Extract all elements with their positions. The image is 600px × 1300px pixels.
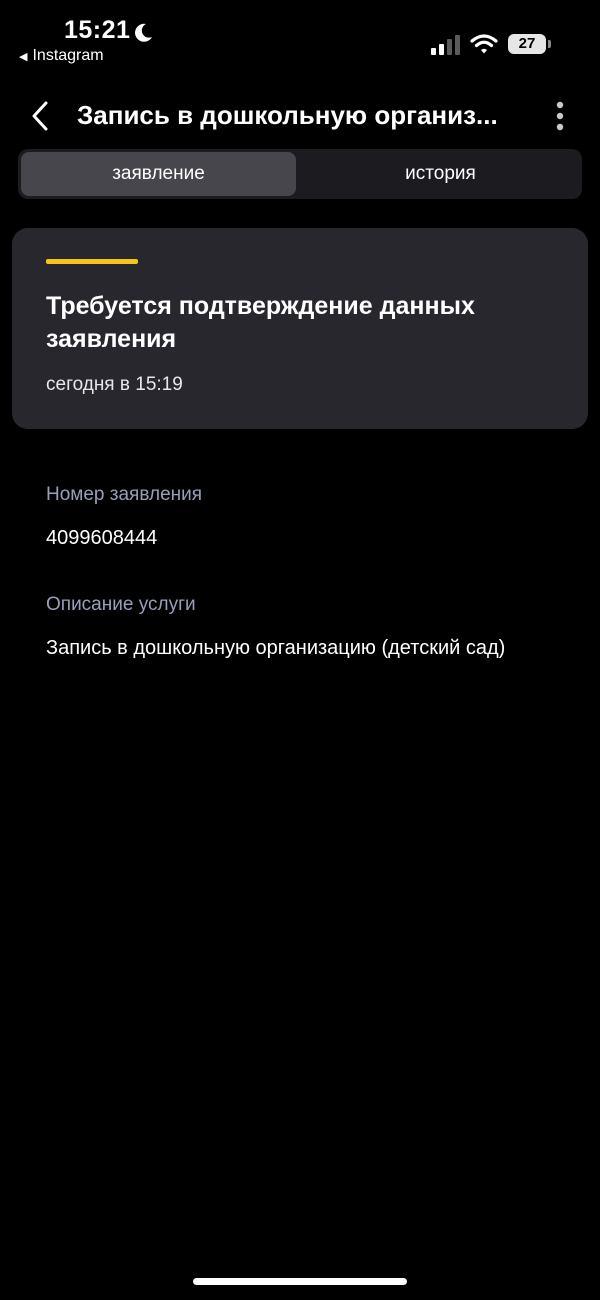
home-indicator[interactable] — [193, 1278, 407, 1285]
battery-tip — [548, 40, 551, 48]
page-title: Запись в дошкольную организ... — [77, 100, 498, 130]
status-accent-bar — [46, 259, 138, 264]
wifi-icon — [470, 34, 498, 54]
chevron-left-icon[interactable] — [26, 100, 54, 132]
service-description-value: Запись в дошкольную организацию (детский… — [46, 637, 506, 659]
status-title: Требуется подтверждение данных заявления — [46, 292, 475, 353]
cellular-signal-icon — [431, 35, 460, 55]
moon-icon — [135, 23, 152, 42]
back-to-app-link[interactable]: ◀ Instagram — [19, 47, 104, 65]
nav-header: Запись в дошкольную организ... — [0, 86, 600, 146]
tab-application[interactable]: заявление — [21, 152, 296, 196]
service-description-label: Описание услуги — [46, 594, 196, 615]
status-date: сегодня в 15:19 — [46, 374, 183, 395]
application-number-label: Номер заявления — [46, 484, 203, 505]
application-number-value: 4099608444 — [46, 527, 158, 549]
more-vertical-icon[interactable] — [546, 100, 574, 132]
tabs-segmented-control: заявление история — [18, 149, 582, 199]
status-bar: 15:21 ◀ Instagram 27 — [0, 0, 600, 70]
tab-history[interactable]: история — [302, 152, 579, 196]
back-triangle-icon: ◀ — [19, 50, 28, 63]
back-app-label: Instagram — [32, 47, 104, 64]
status-time: 15:21 — [64, 16, 131, 44]
application-status-card: Требуется подтверждение данных заявления… — [12, 228, 588, 429]
battery-indicator: 27 — [508, 34, 546, 54]
